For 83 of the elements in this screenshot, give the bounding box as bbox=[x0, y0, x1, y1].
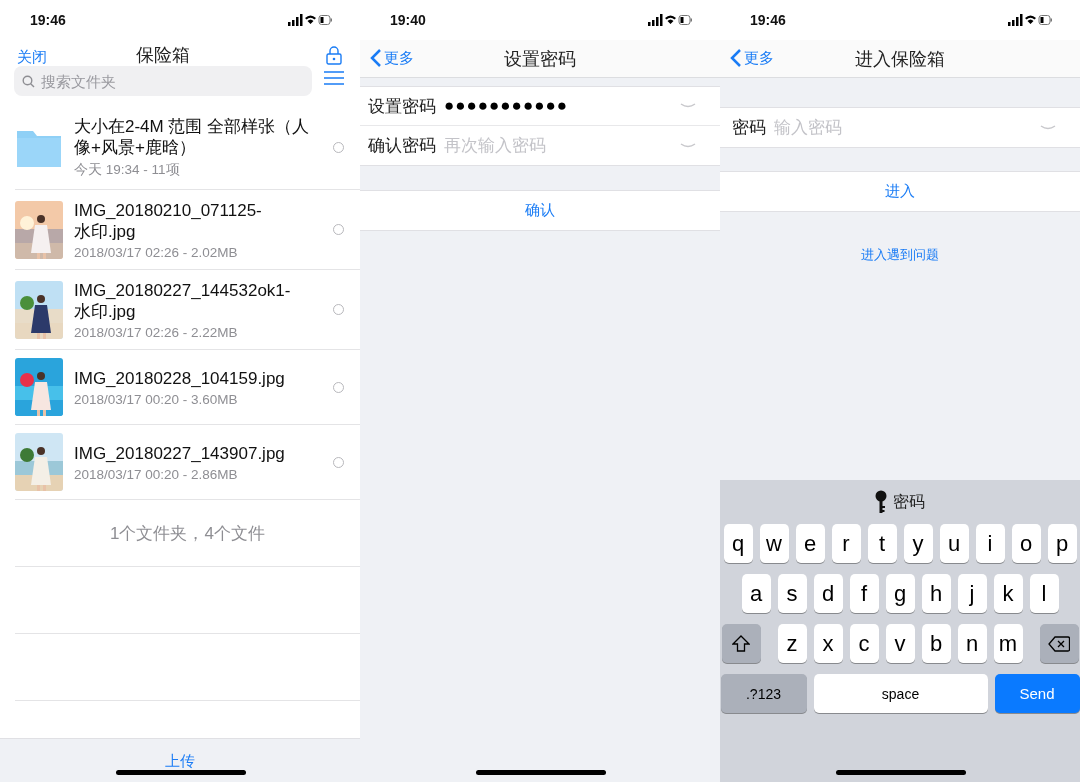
search-icon bbox=[22, 74, 35, 88]
status-time: 19:40 bbox=[390, 12, 426, 28]
status-icons bbox=[288, 14, 332, 26]
file-row[interactable]: IMG_20180227_143907.jpg 2018/03/17 00:20 - 2.86MB bbox=[15, 425, 360, 500]
back-chevron-icon bbox=[370, 48, 382, 68]
status-time: 19:46 bbox=[30, 12, 66, 28]
space-key[interactable]: space bbox=[813, 674, 988, 713]
screen-title: 进入保险箱 bbox=[855, 47, 945, 71]
delete-icon bbox=[1048, 635, 1070, 652]
letter-key[interactable]: c bbox=[849, 624, 879, 663]
file-meta: 2018/03/17 00:20 - 3.60MB bbox=[74, 391, 239, 407]
letter-key[interactable]: n bbox=[957, 624, 987, 663]
letter-key[interactable]: q bbox=[723, 524, 753, 563]
letter-key[interactable]: s bbox=[777, 574, 807, 613]
send-key[interactable]: Send bbox=[994, 674, 1080, 713]
search-input[interactable]: 搜索文件夹 bbox=[41, 72, 241, 90]
back-link[interactable]: 更多 bbox=[730, 48, 774, 68]
letter-key[interactable]: j bbox=[957, 574, 987, 613]
shift-icon bbox=[732, 635, 750, 652]
letter-key[interactable]: w bbox=[759, 524, 789, 563]
letter-key[interactable]: x bbox=[813, 624, 843, 663]
file-meta: 今天 19:34 - 11项 bbox=[74, 161, 181, 179]
letter-key[interactable]: b bbox=[921, 624, 951, 663]
field-label: 确认密码 bbox=[368, 135, 436, 157]
file-row[interactable]: IMG_20180228_104159.jpg 2018/03/17 00:20 - 3.60MB bbox=[15, 350, 360, 425]
field-label: 设置密码 bbox=[368, 95, 436, 118]
lock-icon[interactable] bbox=[326, 46, 342, 65]
shift-key[interactable] bbox=[721, 624, 761, 663]
file-name: IMG_20180227_143907.jpg bbox=[74, 442, 286, 464]
letter-key[interactable]: t bbox=[867, 524, 897, 563]
letter-key[interactable]: h bbox=[921, 574, 951, 613]
curve-icon bbox=[1040, 124, 1056, 131]
field-label: 密码 bbox=[732, 117, 766, 139]
back-chevron-icon bbox=[730, 48, 742, 68]
curve-icon bbox=[680, 103, 696, 109]
letter-key[interactable]: k bbox=[993, 574, 1023, 613]
folder-row[interactable]: 大小在2-4M 范围 全部样张（人像+风景+鹿晗） 今天 19:34 - 11项 bbox=[15, 106, 360, 190]
file-meta: 2018/03/17 00:20 - 2.86MB bbox=[74, 466, 239, 482]
file-row[interactable]: IMG_20180227_144532ok1-水印.jpg 2018/03/17 02:26 - 2.22MB bbox=[15, 270, 360, 350]
letter-key[interactable]: y bbox=[903, 524, 933, 563]
status-time: 19:46 bbox=[750, 12, 786, 28]
screen-title: 设置密码 bbox=[504, 47, 576, 71]
screen-title: 保险箱 bbox=[136, 44, 190, 67]
letter-key[interactable]: o bbox=[1011, 524, 1041, 563]
file-name: IMG_20180228_104159.jpg bbox=[74, 367, 286, 389]
letter-key[interactable]: m bbox=[993, 624, 1023, 663]
letter-key[interactable]: d bbox=[813, 574, 843, 613]
status-icons bbox=[1008, 14, 1052, 26]
password-field[interactable]: ●●●●●●●●●●● bbox=[444, 96, 672, 116]
key-icon bbox=[875, 490, 887, 514]
file-meta: 2018/03/17 02:26 - 2.22MB bbox=[74, 324, 239, 340]
menu-icon[interactable] bbox=[324, 71, 344, 85]
letter-key[interactable]: f bbox=[849, 574, 879, 613]
letter-key[interactable]: i bbox=[975, 524, 1005, 563]
password-field[interactable]: 再次输入密码 bbox=[444, 135, 672, 156]
file-meta: 2018/03/17 02:26 - 2.02MB bbox=[74, 244, 239, 260]
summary-text: 1个文件夹，4个文件 bbox=[110, 522, 265, 545]
close-link[interactable]: 关闭 bbox=[17, 48, 47, 67]
letter-key[interactable]: u bbox=[939, 524, 969, 563]
letter-key[interactable]: e bbox=[795, 524, 825, 563]
file-name: IMG_20180227_144532ok1-水印.jpg bbox=[74, 279, 292, 322]
letter-key[interactable]: z bbox=[777, 624, 807, 663]
file-name: 大小在2-4M 范围 全部样张（人像+风景+鹿晗） bbox=[74, 116, 311, 158]
delete-key[interactable] bbox=[1039, 624, 1079, 663]
letter-key[interactable]: a bbox=[741, 574, 771, 613]
file-name: IMG_20180210_071125-水印.jpg bbox=[74, 199, 263, 242]
letter-key[interactable]: p bbox=[1047, 524, 1077, 563]
search-field[interactable]: 搜索文件夹 bbox=[14, 66, 312, 96]
password-field[interactable]: 输入密码 bbox=[774, 117, 1032, 138]
password-row[interactable]: 密码 输入密码 bbox=[720, 107, 1080, 148]
file-row[interactable]: IMG_20180210_071125-水印.jpg 2018/03/17 02:26 - 2.02MB bbox=[15, 190, 360, 270]
letter-key[interactable]: g bbox=[885, 574, 915, 613]
numbers-key[interactable]: .?123 bbox=[720, 674, 807, 713]
letter-key[interactable]: v bbox=[885, 624, 915, 663]
curve-icon bbox=[680, 142, 696, 149]
letter-key[interactable]: r bbox=[831, 524, 861, 563]
help-link[interactable]: 进入遇到问题 bbox=[861, 246, 939, 264]
suggestion-text[interactable]: 密码 bbox=[893, 491, 925, 513]
status-icons bbox=[648, 14, 692, 26]
folder-icon bbox=[17, 128, 61, 167]
letter-key[interactable]: l bbox=[1029, 574, 1059, 613]
upload-button[interactable]: 上传 bbox=[165, 751, 195, 771]
back-link[interactable]: 更多 bbox=[370, 48, 414, 68]
